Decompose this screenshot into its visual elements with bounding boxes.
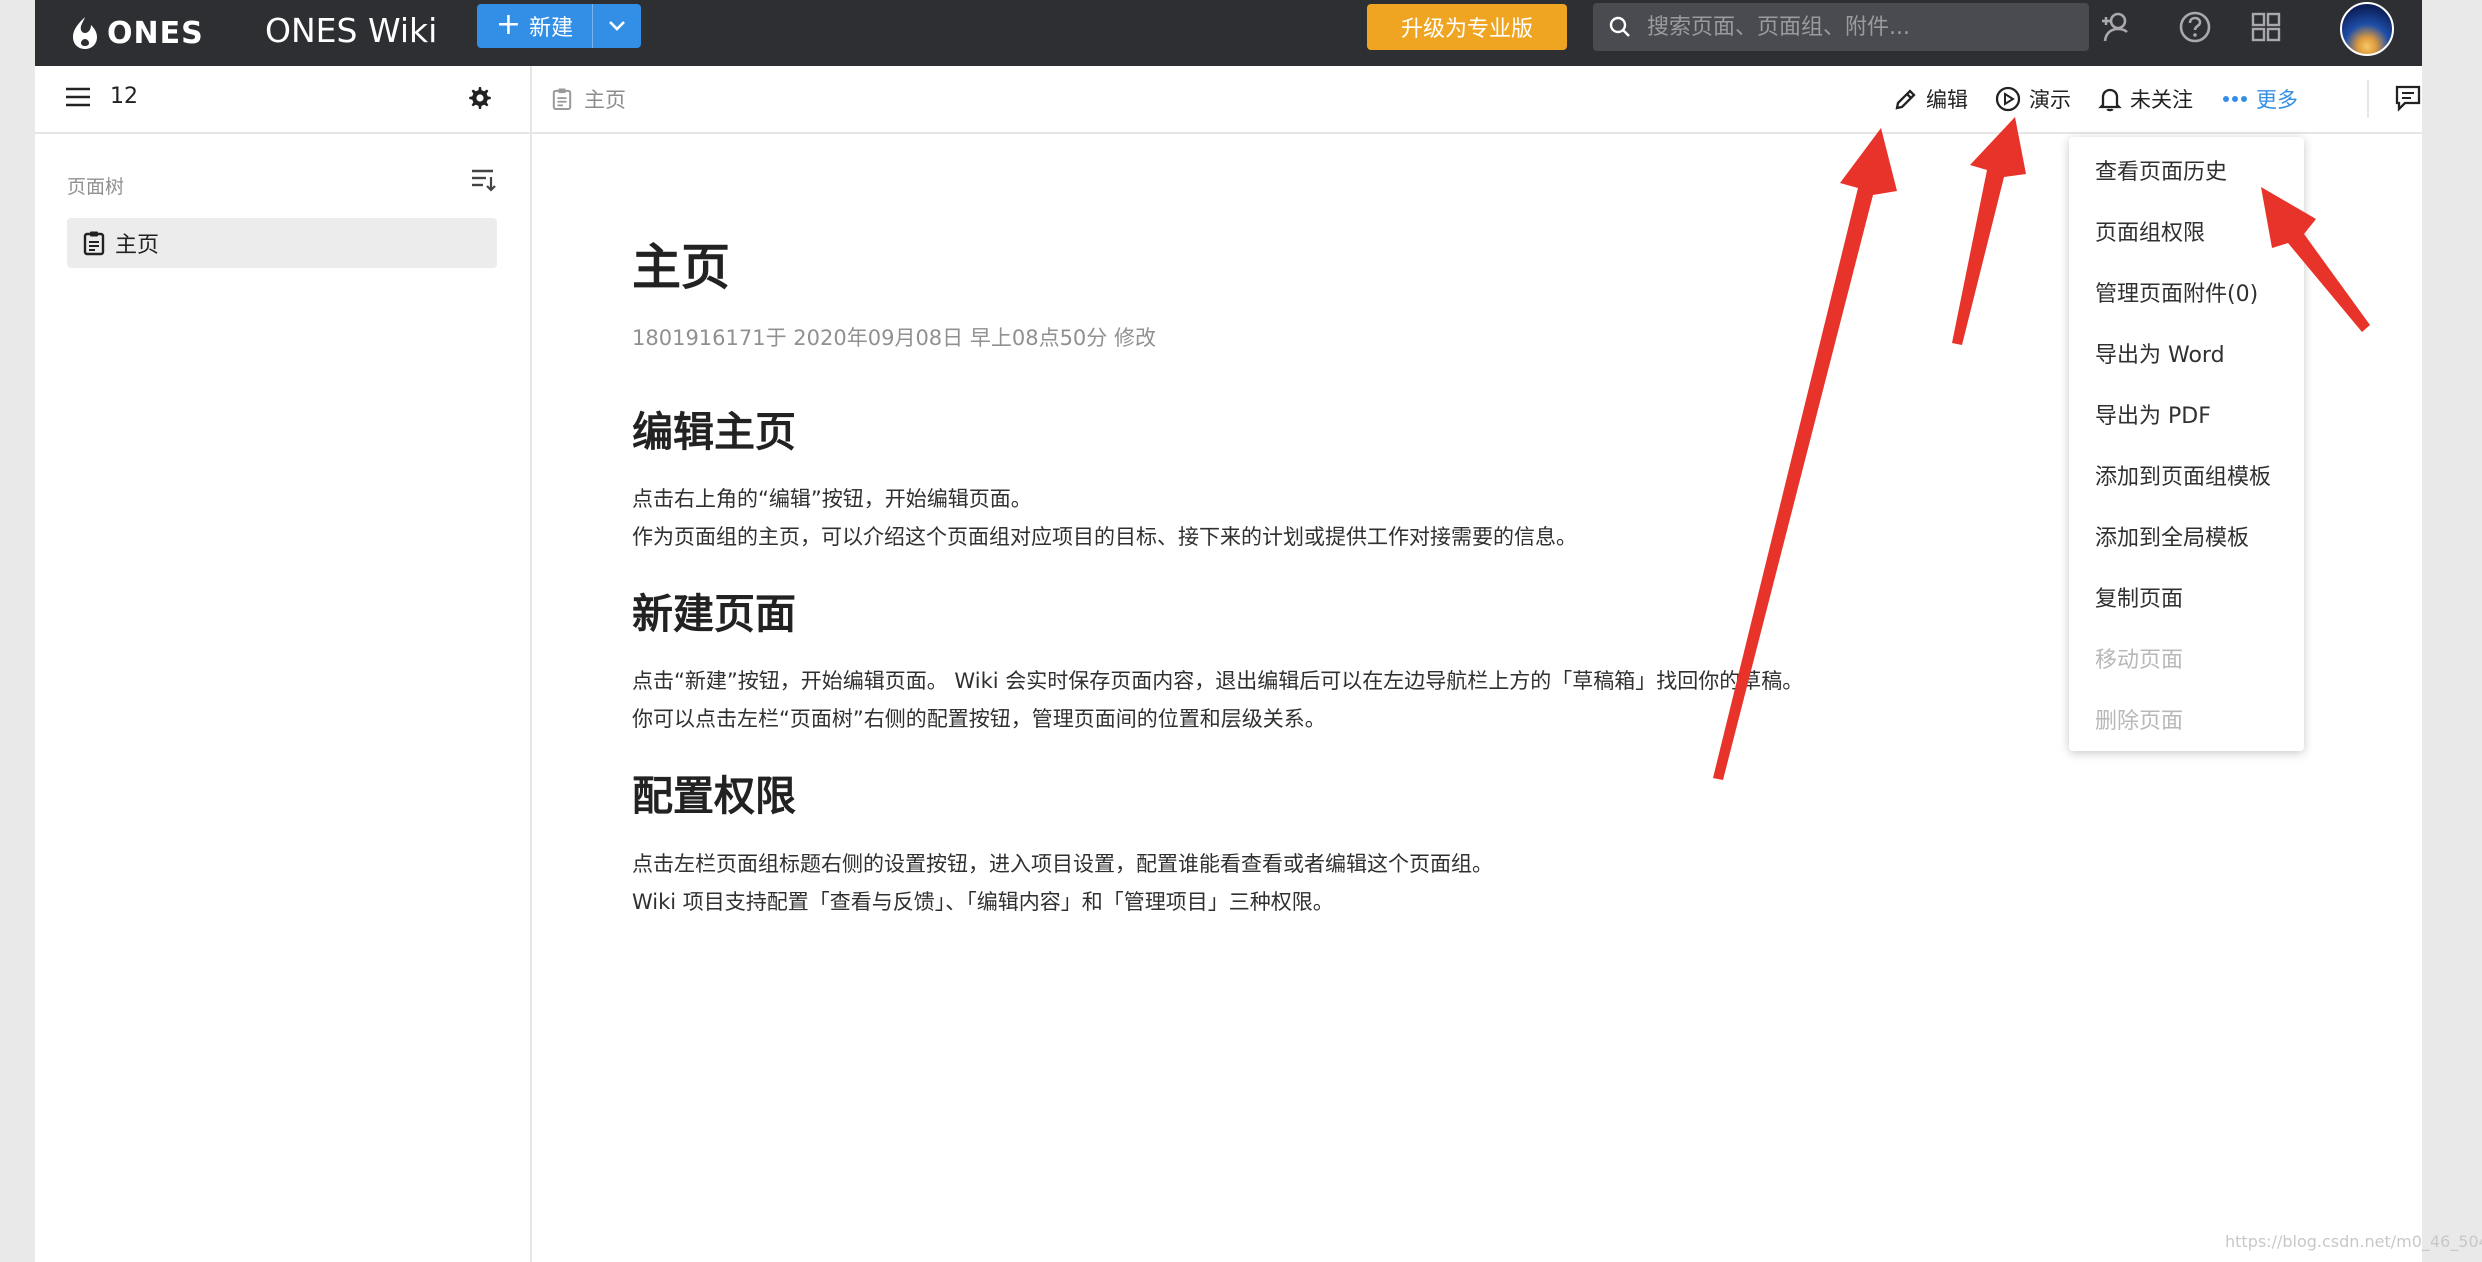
bell-icon xyxy=(2098,88,2122,112)
ones-logo-icon xyxy=(73,17,97,49)
search-box[interactable] xyxy=(1593,3,2089,51)
new-button-group: + 新建 xyxy=(477,4,641,48)
comments-button[interactable] xyxy=(2394,84,2422,112)
logo-text: ONES xyxy=(107,15,204,51)
sort-icon xyxy=(472,169,496,192)
follow-button[interactable]: 未关注 xyxy=(2098,84,2193,114)
paragraph-line: 作为页面组的主页，可以介绍这个页面组对应项目的目标、接下来的计划或提供工作对接需… xyxy=(632,525,1577,549)
page-group-title[interactable]: 12 xyxy=(110,84,138,109)
menu-icon xyxy=(66,87,90,107)
more-button-label: 更多 xyxy=(2256,88,2298,112)
menu-item-page-group-permissions[interactable]: 页面组权限 xyxy=(2095,215,2205,247)
new-button[interactable]: + 新建 xyxy=(477,4,593,48)
edit-button[interactable]: 编辑 xyxy=(1894,84,1968,114)
sidebar-header: 12 xyxy=(35,66,530,134)
paragraph-line: 点击右上角的“编辑”按钮，开始编辑页面。 xyxy=(632,487,1032,511)
page-title: 主页 xyxy=(632,239,731,296)
menu-item-delete-page: 删除页面 xyxy=(2095,709,2184,734)
paragraph-line: Wiki 项目支持配置「查看与反馈」、「编辑内容」和「管理项目」三种权限。 xyxy=(632,890,1334,914)
page-tree-item-label: 主页 xyxy=(115,233,160,258)
page-tree-label: 页面树 xyxy=(67,176,125,198)
menu-item-page-history[interactable]: 查看页面历史 xyxy=(2095,154,2227,186)
menu-item-export-word[interactable]: 导出为 Word xyxy=(2095,337,2225,369)
search-icon xyxy=(1609,16,1630,37)
ones-logo[interactable]: ONES xyxy=(69,10,204,56)
apps-grid-icon xyxy=(2251,12,2281,42)
upgrade-button[interactable]: 升级为专业版 xyxy=(1367,4,1567,50)
page-toolbar: 主页 编辑 演示 未关注 更多 xyxy=(532,66,2422,134)
toolbar-divider xyxy=(2367,80,2369,118)
present-button-label: 演示 xyxy=(2029,88,2071,112)
paragraph-line: 你可以点击左栏“页面树”右侧的配置按钮，管理页面间的位置和层级关系。 xyxy=(632,707,1326,731)
chevron-down-icon xyxy=(609,21,625,31)
menu-item-move-page: 移动页面 xyxy=(2095,648,2184,673)
help-icon xyxy=(2179,11,2211,43)
comment-icon xyxy=(2395,85,2421,112)
menu-item-copy-page[interactable]: 复制页面 xyxy=(2095,581,2183,613)
gear-icon xyxy=(469,87,491,109)
watermark: https://blog.csdn.net/m0_46_50463 xyxy=(2225,1232,2482,1251)
menu-item-add-global-template[interactable]: 添加到全局模板 xyxy=(2095,520,2249,552)
breadcrumb-current[interactable]: 主页 xyxy=(584,84,626,114)
user-avatar[interactable] xyxy=(2340,2,2394,56)
menu-item-manage-attachments[interactable]: 管理页面附件(0) xyxy=(2095,276,2258,308)
play-circle-icon xyxy=(1995,86,2021,112)
present-button[interactable]: 演示 xyxy=(1995,84,2071,114)
breadcrumb: 主页 xyxy=(552,84,626,114)
search-input[interactable] xyxy=(1645,13,2069,41)
page-icon xyxy=(83,231,105,256)
app-frame: ONES ONES Wiki + 新建 升级为专业版 搜索页面、页面组、附件..… xyxy=(35,0,2422,1262)
paragraph-line: 点击左栏页面组标题右侧的设置按钮，进入项目设置，配置谁能看查看或者编辑这个页面组… xyxy=(632,852,1493,876)
page-tree-config-button[interactable] xyxy=(471,168,497,196)
section-heading: 编辑主页 xyxy=(632,408,796,456)
section-heading: 新建页面 xyxy=(632,590,796,638)
more-button[interactable]: 更多 xyxy=(2222,84,2298,114)
edit-button-label: 编辑 xyxy=(1926,88,1968,112)
section-heading: 配置权限 xyxy=(632,772,796,820)
paragraph-line: 点击“新建”按钮，开始编辑页面。 Wiki 会实时保存页面内容，退出编辑后可以在… xyxy=(632,669,1804,693)
top-navigation-bar: ONES ONES Wiki + 新建 升级为专业版 xyxy=(35,0,2422,66)
app-title: ONES Wiki xyxy=(265,11,438,50)
add-user-icon xyxy=(2102,12,2128,42)
menu-item-export-pdf[interactable]: 导出为 PDF xyxy=(2095,398,2211,430)
sidebar-toggle-button[interactable] xyxy=(65,86,91,112)
sidebar: 12 页面树 主页 xyxy=(35,66,532,1262)
menu-item-add-group-template[interactable]: 添加到页面组模板 xyxy=(2095,459,2271,491)
page-tree-item-home[interactable]: 主页 xyxy=(67,218,497,268)
apps-button[interactable] xyxy=(2248,9,2284,45)
new-button-label: 新建 xyxy=(529,16,574,41)
add-member-button[interactable] xyxy=(2100,9,2136,45)
page-icon xyxy=(552,88,572,110)
more-menu: 查看页面历史 页面组权限 管理页面附件(0) 导出为 Word 导出为 PDF … xyxy=(2069,137,2304,751)
dots-icon xyxy=(2223,96,2247,102)
page-group-settings-button[interactable] xyxy=(467,86,491,114)
help-button[interactable] xyxy=(2177,9,2213,45)
left-gutter xyxy=(0,0,35,1262)
pencil-icon xyxy=(1895,89,1916,110)
plus-icon: + xyxy=(495,6,522,42)
right-gutter xyxy=(2422,0,2482,1262)
new-dropdown-button[interactable] xyxy=(593,4,641,48)
follow-button-label: 未关注 xyxy=(2130,88,2193,112)
page-meta: 1801916171于 2020年09月08日 早上08点50分 修改 xyxy=(632,326,1156,350)
